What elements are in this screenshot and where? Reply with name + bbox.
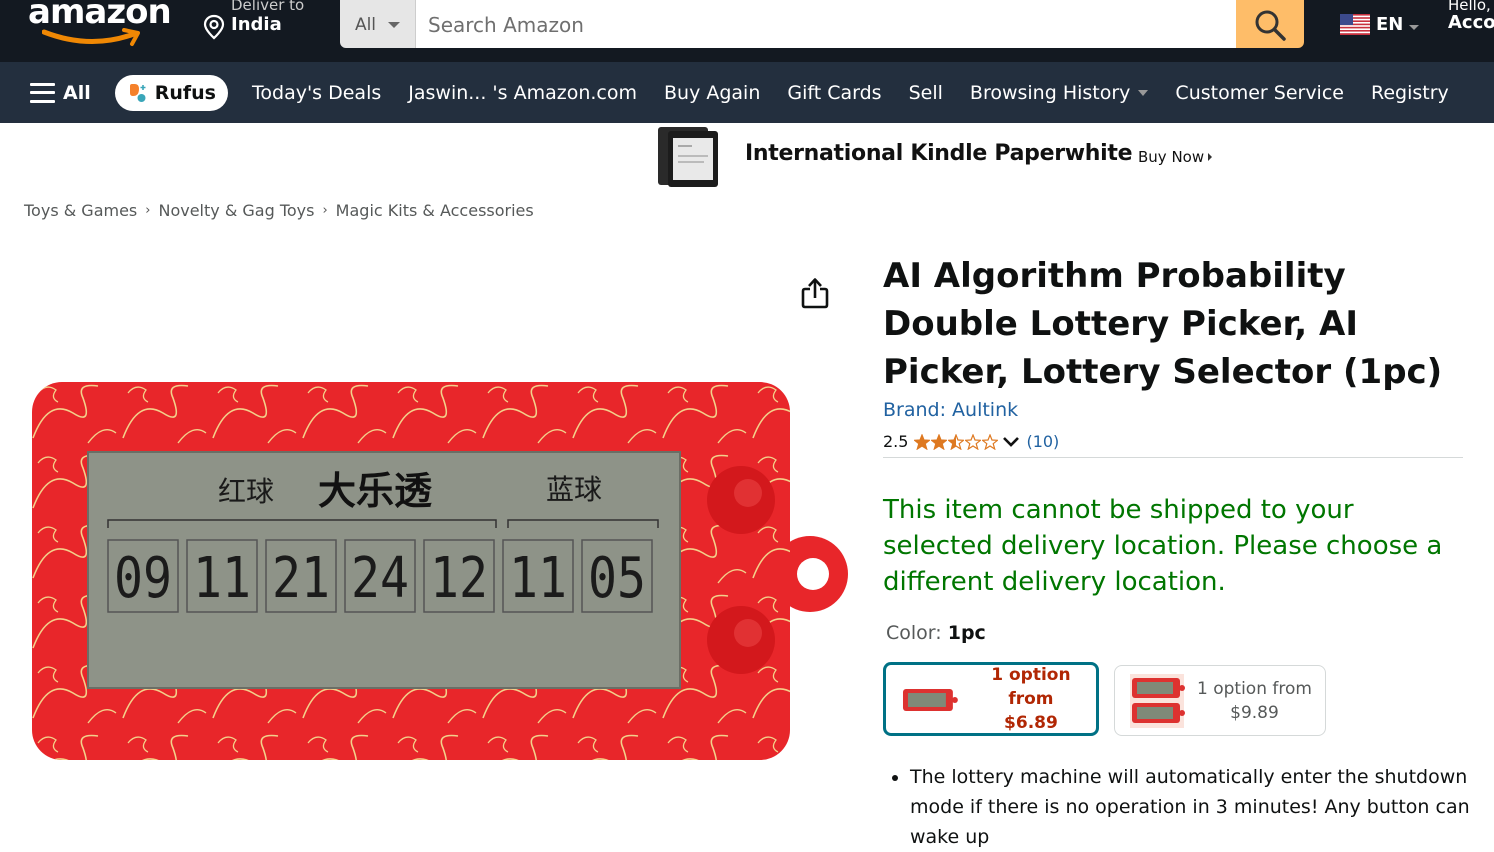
star-empty-icon <box>965 433 982 450</box>
rating-summary[interactable]: 2.5 (10) <box>883 432 1059 451</box>
hamburger-icon <box>30 82 55 103</box>
brand-link[interactable]: Brand: Aultink <box>883 399 1018 421</box>
breadcrumb: Toys & Games › Novelty & Gag Toys › Magi… <box>24 201 534 220</box>
chevron-down-icon[interactable] <box>1002 435 1020 449</box>
lcd-number: 21 <box>272 546 330 611</box>
star-rating <box>914 433 999 450</box>
search-category-label: All <box>354 15 377 35</box>
rating-value: 2.5 <box>883 432 909 451</box>
promo-buy-now-link[interactable]: Buy Now <box>1138 148 1213 166</box>
nav-link-registry[interactable]: Registry <box>1371 82 1449 104</box>
rufus-icon <box>129 83 146 102</box>
promo-title: International Kindle Paperwhite <box>745 141 1133 166</box>
account-label: Acco <box>1448 12 1494 33</box>
nav-link-label: Gift Cards <box>787 81 882 104</box>
search-icon <box>1255 10 1286 41</box>
product-image[interactable]: 红球 大乐透 蓝球 09 11 21 24 12 11 05 <box>28 378 858 768</box>
search-bar: All <box>340 0 1304 48</box>
search-category-dropdown[interactable]: All <box>340 0 416 48</box>
nav-link-label: Jaswin... 's Amazon.com <box>408 81 637 104</box>
nav-link-label: Browsing History <box>969 81 1131 104</box>
color-selection-label: Color: 1pc <box>886 622 986 644</box>
caret-down-icon <box>1409 25 1420 30</box>
promo-cta-label: Buy Now <box>1138 148 1205 166</box>
star-half-icon <box>948 433 965 450</box>
nav-link-customer-service[interactable]: Customer Service <box>1175 82 1344 104</box>
smile-arrow-icon <box>42 28 140 46</box>
rating-count-link[interactable]: (10) <box>1026 432 1059 451</box>
all-label: All <box>63 81 91 104</box>
option-price: $6.89 <box>1004 713 1058 733</box>
lcd-number: 24 <box>351 546 409 611</box>
product-title: AI Algorithm Probability Double Lottery … <box>883 256 1443 392</box>
lcd-label-blue-ball: 蓝球 <box>546 473 602 506</box>
rufus-button[interactable]: Rufus <box>114 74 228 111</box>
top-nav: amazon Deliver to India All Search Amazo… <box>0 0 1494 62</box>
feature-bullets: The lottery machine will automatically e… <box>910 762 1470 852</box>
lcd-number: 09 <box>114 546 172 611</box>
sub-nav: All Rufus Today's Deals Jaswin... 's Ama… <box>0 62 1494 123</box>
option-label: 1 option from <box>991 665 1071 709</box>
us-flag-icon <box>1340 14 1370 35</box>
nav-link-sell[interactable]: Sell <box>909 82 943 104</box>
lcd-label-red-ball: 红球 <box>218 475 274 508</box>
language-selector[interactable]: EN <box>1340 14 1420 35</box>
lcd-number: 05 <box>588 546 646 611</box>
nav-link-label: Sell <box>908 81 943 104</box>
option-thumbnail <box>902 689 958 711</box>
amazon-logo[interactable]: amazon <box>28 0 178 52</box>
option-thumbnail <box>1130 673 1185 728</box>
star-full-icon <box>931 433 948 450</box>
account-menu[interactable]: Hello, Acco <box>1448 0 1494 33</box>
lcd-number: 11 <box>193 546 251 611</box>
option-price: $9.89 <box>1230 702 1279 723</box>
option-label: 1 option from <box>1197 678 1312 699</box>
nav-link-todays-deals[interactable]: Today's Deals <box>252 82 381 104</box>
nav-link-label: Registry <box>1370 81 1449 104</box>
search-input[interactable] <box>416 0 1236 48</box>
nav-link-label: Buy Again <box>664 81 761 104</box>
breadcrumb-separator: › <box>322 203 328 218</box>
lcd-number: 12 <box>430 546 488 611</box>
lcd-label-title: 大乐透 <box>318 468 433 513</box>
star-full-icon <box>914 433 931 450</box>
kindle-device-image <box>658 127 718 187</box>
deliver-label: Deliver to <box>231 0 305 14</box>
nav-link-gift-cards[interactable]: Gift Cards <box>787 82 881 104</box>
color-value: 1pc <box>947 622 986 644</box>
color-option-selected[interactable]: 1 option from $6.89 <box>883 662 1099 736</box>
breadcrumb-separator: › <box>145 203 151 218</box>
nav-link-buy-again[interactable]: Buy Again <box>664 82 760 104</box>
location-pin-icon <box>203 14 225 40</box>
breadcrumb-item[interactable]: Toys & Games <box>24 201 137 220</box>
deliver-location: India <box>231 14 282 35</box>
share-icon[interactable] <box>800 276 830 310</box>
breadcrumb-item[interactable]: Magic Kits & Accessories <box>336 201 534 220</box>
shipping-availability-message: This item cannot be shipped to your sele… <box>883 495 1443 597</box>
chevron-right-icon <box>1208 153 1213 161</box>
lcd-number: 11 <box>509 546 567 611</box>
language-code: EN <box>1376 14 1404 35</box>
star-empty-icon <box>982 433 999 450</box>
nav-link-user-amazon[interactable]: Jaswin... 's Amazon.com <box>408 82 637 104</box>
nav-link-label: Today's Deals <box>252 81 382 104</box>
rufus-label: Rufus <box>154 81 216 104</box>
color-option[interactable]: 1 option from $9.89 <box>1114 665 1326 736</box>
nav-link-label: Customer Service <box>1175 81 1344 104</box>
all-menu-button[interactable]: All <box>30 82 91 104</box>
divider <box>883 457 1463 458</box>
search-button[interactable] <box>1236 0 1304 48</box>
caret-down-icon <box>388 22 401 28</box>
caret-down-icon <box>1138 89 1149 96</box>
color-label: Color: <box>886 622 942 644</box>
breadcrumb-item[interactable]: Novelty & Gag Toys <box>158 201 314 220</box>
nav-link-browsing-history[interactable]: Browsing History <box>970 82 1149 104</box>
feature-bullet: The lottery machine will automatically e… <box>910 762 1470 852</box>
